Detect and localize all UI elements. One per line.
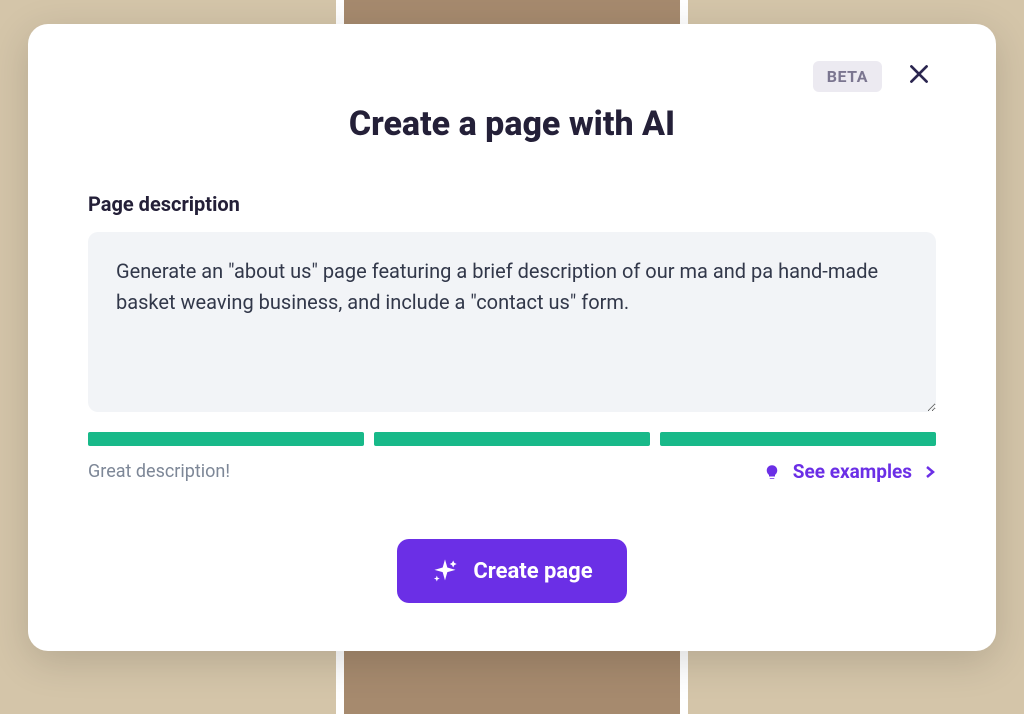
cta-row: Create page: [88, 539, 936, 603]
create-page-button[interactable]: Create page: [397, 539, 626, 603]
strength-segment: [660, 432, 936, 446]
close-button[interactable]: [902, 57, 936, 96]
page-description-label: Page description: [88, 192, 936, 216]
modal-header: BETA: [88, 56, 936, 96]
chevron-right-icon: [924, 460, 936, 483]
see-examples-label: See examples: [793, 460, 912, 483]
strength-segment: [88, 432, 364, 446]
sparkle-icon: [431, 557, 459, 585]
lightbulb-icon: [763, 463, 781, 481]
strength-segment: [374, 432, 650, 446]
create-page-label: Create page: [473, 559, 592, 584]
description-strength-meter: [88, 432, 936, 446]
beta-badge: BETA: [813, 61, 882, 92]
page-description-input[interactable]: [88, 232, 936, 412]
create-page-modal: BETA Create a page with AI Page descript…: [28, 24, 996, 651]
close-icon: [906, 61, 932, 92]
feedback-text: Great description!: [88, 461, 230, 482]
see-examples-link[interactable]: See examples: [763, 460, 936, 483]
modal-title: Create a page with AI: [88, 104, 936, 144]
description-feedback-row: Great description! See examples: [88, 460, 936, 483]
